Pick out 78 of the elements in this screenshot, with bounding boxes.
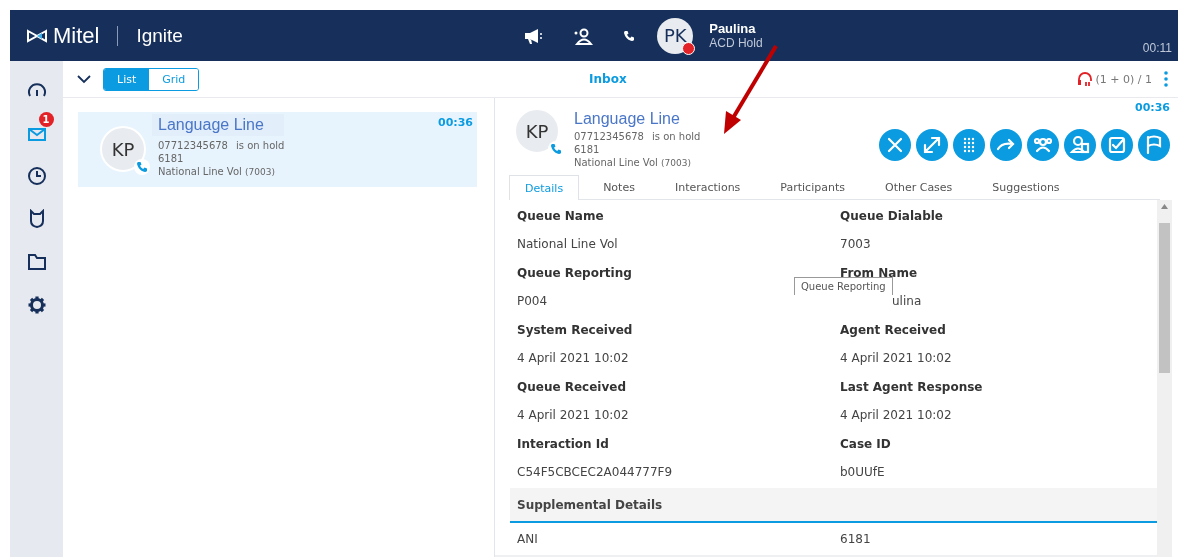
shield-icon <box>27 208 46 229</box>
field-label: ANI <box>517 532 539 546</box>
more-options-icon[interactable] <box>1164 71 1168 87</box>
field-label: Queue Name <box>517 209 604 223</box>
close-action-button[interactable] <box>879 129 911 161</box>
field-label: System Received <box>517 323 633 337</box>
phone-icon <box>550 143 562 155</box>
tab[interactable]: Other Cases <box>868 175 969 199</box>
field-label: Interaction Id <box>517 437 609 451</box>
call-status: is on hold <box>652 131 701 142</box>
conference-action-button[interactable] <box>1027 129 1059 161</box>
field-label: Queue Dialable <box>840 209 943 223</box>
field-value: 4 April 2021 10:02 <box>840 407 952 422</box>
field-label: Queue Received <box>517 380 627 394</box>
phone-icon <box>136 161 148 173</box>
queue-name: National Line Vol <box>158 166 242 177</box>
field-value: 4 April 2021 10:02 <box>517 350 629 365</box>
gauge-icon <box>26 80 47 99</box>
field-label: From Name <box>840 266 918 280</box>
people-icon[interactable] <box>573 26 594 45</box>
call-timer: 00:36 <box>1135 101 1170 114</box>
extension: 6181 <box>158 152 185 165</box>
queue-code: (7003) <box>661 158 691 168</box>
forward-action-button[interactable] <box>990 129 1022 161</box>
scrollbar[interactable] <box>1157 200 1172 557</box>
field-value: ulina <box>892 293 922 308</box>
tooltip: Queue Reporting <box>794 277 893 295</box>
contact-action-button[interactable] <box>1064 129 1096 161</box>
flag-action-button[interactable] <box>1138 129 1170 161</box>
field-value: 4 April 2021 10:02 <box>840 350 952 365</box>
tab[interactable]: Suggestions <box>976 175 1076 199</box>
call-timer: 00:36 <box>438 116 473 129</box>
megaphone-icon[interactable] <box>523 26 544 45</box>
user-name: Paulina <box>709 21 757 36</box>
chevron-down-icon[interactable] <box>77 74 91 84</box>
status-timer: 00:11 <box>1141 41 1172 55</box>
field-label: Queue Reporting <box>517 266 632 280</box>
inbox-title: Inbox <box>588 72 628 86</box>
field-value: b0UUfE <box>840 464 885 479</box>
field-value: 6181 <box>840 532 872 546</box>
clock-icon <box>26 165 47 186</box>
transfer-action-button[interactable] <box>916 129 948 161</box>
field-value: National Line Vol <box>517 236 618 251</box>
keypad-action-button[interactable] <box>953 129 985 161</box>
product-name: Ignite <box>136 24 183 47</box>
contact-name: Language Line <box>574 109 681 129</box>
contact-name: Language Line <box>152 114 285 136</box>
status-dot-icon <box>682 41 696 55</box>
logo-text: Mitel <box>53 22 100 49</box>
field-value: 4 April 2021 10:02 <box>517 407 629 422</box>
phone-number: 07712345678 <box>574 131 644 142</box>
user-status: ACD Hold <box>709 36 763 50</box>
phone-number: 07712345678 <box>158 140 228 151</box>
field-label: Last Agent Response <box>840 380 983 394</box>
queue-name: National Line Vol <box>574 157 658 168</box>
queue-code: (7003) <box>245 167 275 177</box>
extension: 6181 <box>574 143 601 156</box>
field-label: Agent Received <box>840 323 946 337</box>
field-value: 7003 <box>840 236 871 251</box>
notification-badge: 1 <box>38 112 54 127</box>
checkbox-action-button[interactable] <box>1101 129 1133 161</box>
call-status: is on hold <box>236 140 285 151</box>
tab[interactable]: Notes <box>587 175 651 199</box>
tab[interactable]: Interactions <box>658 175 757 199</box>
headset-icon <box>1076 71 1093 87</box>
field-value: C54F5CBCEC2A044777F9 <box>517 464 673 479</box>
tab[interactable]: Participants <box>764 175 861 199</box>
settings-icon <box>26 294 47 315</box>
interaction-card[interactable]: KP Language Line 07712345678 is on hold 6181 National Line Vol (7003) 00:36 <box>78 112 477 187</box>
user-avatar[interactable]: PK <box>657 17 694 54</box>
scroll-up-icon[interactable] <box>1161 204 1168 209</box>
field-label: Case ID <box>840 437 891 451</box>
logo-icon <box>26 28 48 43</box>
section-header: Supplemental Details <box>510 488 1157 523</box>
queue-counter: (1 + 0) / 1 <box>1095 72 1152 86</box>
contact-avatar: KP <box>514 108 560 154</box>
folder-icon <box>26 252 47 271</box>
field-value: P004 <box>517 293 548 308</box>
